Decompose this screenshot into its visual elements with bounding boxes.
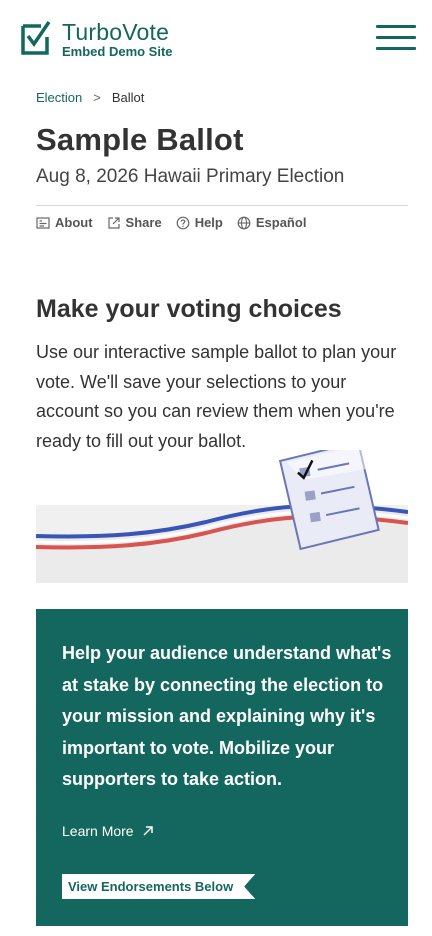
hamburger-menu-icon[interactable] bbox=[376, 25, 416, 51]
divider bbox=[36, 205, 408, 206]
logo-text: TurboVote Embed Demo Site bbox=[62, 21, 173, 60]
brand-title: TurboVote bbox=[62, 19, 170, 45]
site-header: TurboVote Embed Demo Site bbox=[0, 0, 432, 80]
section-title: Make your voting choices bbox=[36, 295, 342, 323]
espanol-label: Español bbox=[255, 215, 307, 230]
share-label: Share bbox=[125, 215, 162, 230]
learn-more-label: Learn More bbox=[62, 823, 134, 839]
view-endorsements-button[interactable]: View Endorsements Below bbox=[62, 874, 255, 899]
share-icon bbox=[107, 216, 120, 229]
help-button[interactable]: Help bbox=[176, 215, 223, 230]
brand-subtitle: Embed Demo Site bbox=[62, 44, 173, 59]
breadcrumb-election-link[interactable]: Election bbox=[36, 90, 82, 105]
checkbox-logo-icon bbox=[21, 21, 51, 55]
globe-icon bbox=[237, 216, 251, 229]
about-label: About bbox=[55, 215, 93, 230]
site-logo[interactable]: TurboVote Embed Demo Site bbox=[21, 20, 173, 60]
about-button[interactable]: About bbox=[36, 215, 93, 230]
breadcrumb: Election > Ballot bbox=[36, 90, 144, 105]
help-label: Help bbox=[194, 215, 223, 230]
help-circle-icon bbox=[176, 216, 190, 229]
breadcrumb-separator-icon: > bbox=[93, 90, 101, 105]
action-bar: About Share Help Español bbox=[36, 215, 320, 230]
espanol-button[interactable]: Español bbox=[237, 215, 307, 230]
share-button[interactable]: Share bbox=[107, 215, 162, 230]
promo-text: Help your audience understand what's at … bbox=[62, 643, 392, 789]
page-subtitle: Aug 8, 2026 Hawaii Primary Election bbox=[36, 166, 345, 187]
section-description: Use our interactive sample ballot to pla… bbox=[36, 342, 397, 451]
learn-more-link[interactable]: Learn More bbox=[62, 823, 154, 839]
ballot-illustration bbox=[35, 440, 409, 583]
breadcrumb-current: Ballot bbox=[111, 90, 145, 105]
page-title: Sample Ballot bbox=[36, 122, 244, 157]
external-arrow-icon bbox=[143, 826, 153, 836]
info-card-icon bbox=[36, 216, 50, 229]
